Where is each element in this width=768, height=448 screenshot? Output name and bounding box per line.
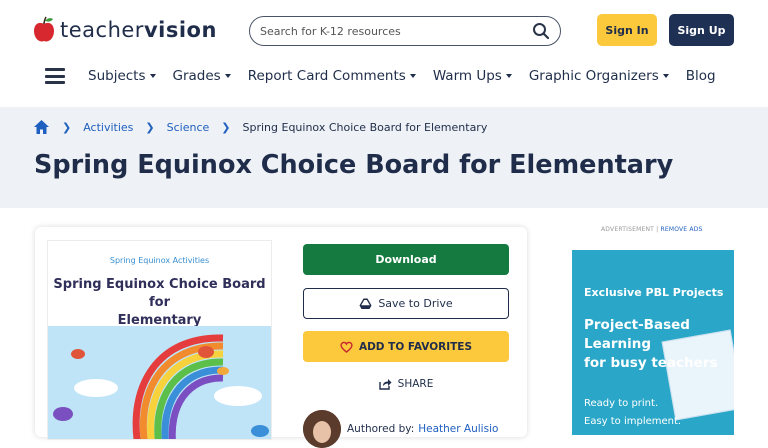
nav-item-subjects[interactable]: Subjects bbox=[88, 68, 156, 84]
caret-down-icon bbox=[662, 74, 669, 78]
breadcrumb-activities[interactable]: Activities bbox=[83, 121, 133, 134]
save-to-drive-label: Save to Drive bbox=[378, 297, 453, 310]
ad-kicker: Exclusive PBL Projects bbox=[584, 286, 724, 299]
page-title: Spring Equinox Choice Board for Elementa… bbox=[34, 150, 674, 180]
breadcrumb-science[interactable]: Science bbox=[167, 121, 210, 134]
main-nav: Subjects Grades Report Card Comments War… bbox=[0, 62, 768, 92]
share-button[interactable]: SHARE bbox=[303, 374, 509, 394]
nav-items: Subjects Grades Report Card Comments War… bbox=[88, 68, 733, 84]
save-to-drive-button[interactable]: Save to Drive bbox=[303, 288, 509, 319]
nav-item-grades[interactable]: Grades bbox=[173, 68, 231, 84]
site-logo[interactable]: teachervision bbox=[33, 14, 217, 46]
caret-down-icon bbox=[224, 74, 231, 78]
nav-item-report-card-comments[interactable]: Report Card Comments bbox=[248, 68, 416, 84]
resource-thumbnail[interactable]: Spring Equinox Activities Spring Equinox… bbox=[47, 240, 272, 440]
logo-wordmark: teachervision bbox=[60, 18, 217, 42]
share-icon bbox=[378, 379, 392, 390]
ad-headline-line2: Learning bbox=[584, 336, 652, 352]
nav-label: Subjects bbox=[88, 68, 146, 84]
ad-headline-line3: for busy teachers bbox=[584, 355, 718, 371]
add-to-favorites-button[interactable]: ADD TO FAVORITES bbox=[303, 331, 509, 362]
thumbnail-title-line1: Spring Equinox Choice Board for bbox=[53, 277, 266, 310]
site-header: teachervision Sign In Sign Up Subjects G… bbox=[0, 0, 768, 107]
logo-text-light: teacher bbox=[60, 18, 144, 42]
author-label: Authored by: bbox=[347, 423, 415, 435]
author-name-link[interactable]: Heather Aulisio bbox=[418, 423, 498, 435]
ad-headline-line1: Project-Based bbox=[584, 317, 690, 333]
caret-down-icon bbox=[409, 74, 416, 78]
ad-label-text: ADVERTISEMENT | bbox=[601, 226, 659, 233]
caret-down-icon bbox=[505, 74, 512, 78]
breadcrumb-current: Spring Equinox Choice Board for Elementa… bbox=[242, 120, 488, 134]
search-input[interactable] bbox=[260, 24, 520, 38]
author-avatar[interactable] bbox=[303, 410, 341, 448]
chevron-right-icon: ❯ bbox=[145, 120, 155, 134]
google-drive-icon bbox=[359, 298, 372, 309]
ad-sub-line1: Ready to print. bbox=[584, 398, 659, 409]
hamburger-icon[interactable] bbox=[45, 68, 65, 84]
sign-in-button[interactable]: Sign In bbox=[597, 14, 657, 46]
nav-label: Graphic Organizers bbox=[528, 68, 659, 84]
advertisement-banner[interactable]: Exclusive PBL Projects Project-Based Lea… bbox=[572, 250, 734, 435]
search-icon[interactable] bbox=[532, 22, 550, 40]
avatar-image bbox=[303, 410, 341, 448]
breadcrumb: ❯ Activities ❯ Science ❯ Spring Equinox … bbox=[33, 119, 487, 135]
thumbnail-kicker: Spring Equinox Activities bbox=[109, 256, 210, 265]
search-bar[interactable] bbox=[249, 16, 561, 46]
remove-ads-link[interactable]: REMOVE ADS bbox=[660, 226, 702, 233]
ad-headline: Project-Based Learning for busy teachers bbox=[584, 316, 718, 373]
favorites-label: ADD TO FAVORITES bbox=[358, 340, 473, 353]
nav-item-blog[interactable]: Blog bbox=[686, 68, 716, 84]
chevron-right-icon: ❯ bbox=[221, 120, 231, 134]
nav-label: Grades bbox=[172, 68, 221, 84]
nav-label: Report Card Comments bbox=[247, 68, 406, 84]
download-button[interactable]: Download bbox=[303, 244, 509, 275]
thumbnail-title: Spring Equinox Choice Board for Elementa… bbox=[48, 276, 271, 330]
advertisement-label: ADVERTISEMENT | REMOVE ADS bbox=[601, 226, 703, 233]
chevron-right-icon: ❯ bbox=[62, 120, 72, 134]
ad-sub-line2: Easy to implement. bbox=[584, 416, 682, 427]
heart-icon bbox=[340, 341, 353, 353]
logo-text-bold: vision bbox=[143, 18, 217, 42]
author-byline: Authored by: Heather Aulisio bbox=[303, 410, 498, 448]
home-icon[interactable] bbox=[33, 119, 50, 135]
apple-icon bbox=[34, 16, 54, 42]
ad-subtext: Ready to print. Easy to implement. bbox=[584, 395, 681, 431]
nav-label: Blog bbox=[685, 68, 716, 84]
nav-item-warm-ups[interactable]: Warm Ups bbox=[433, 68, 512, 84]
nav-item-graphic-organizers[interactable]: Graphic Organizers bbox=[529, 68, 669, 84]
sign-up-button[interactable]: Sign Up bbox=[669, 14, 734, 46]
caret-down-icon bbox=[149, 74, 156, 78]
page-hero: ❯ Activities ❯ Science ❯ Spring Equinox … bbox=[0, 107, 768, 208]
share-label: SHARE bbox=[397, 378, 434, 390]
rainbow-illustration bbox=[48, 326, 271, 439]
nav-label: Warm Ups bbox=[432, 68, 502, 84]
